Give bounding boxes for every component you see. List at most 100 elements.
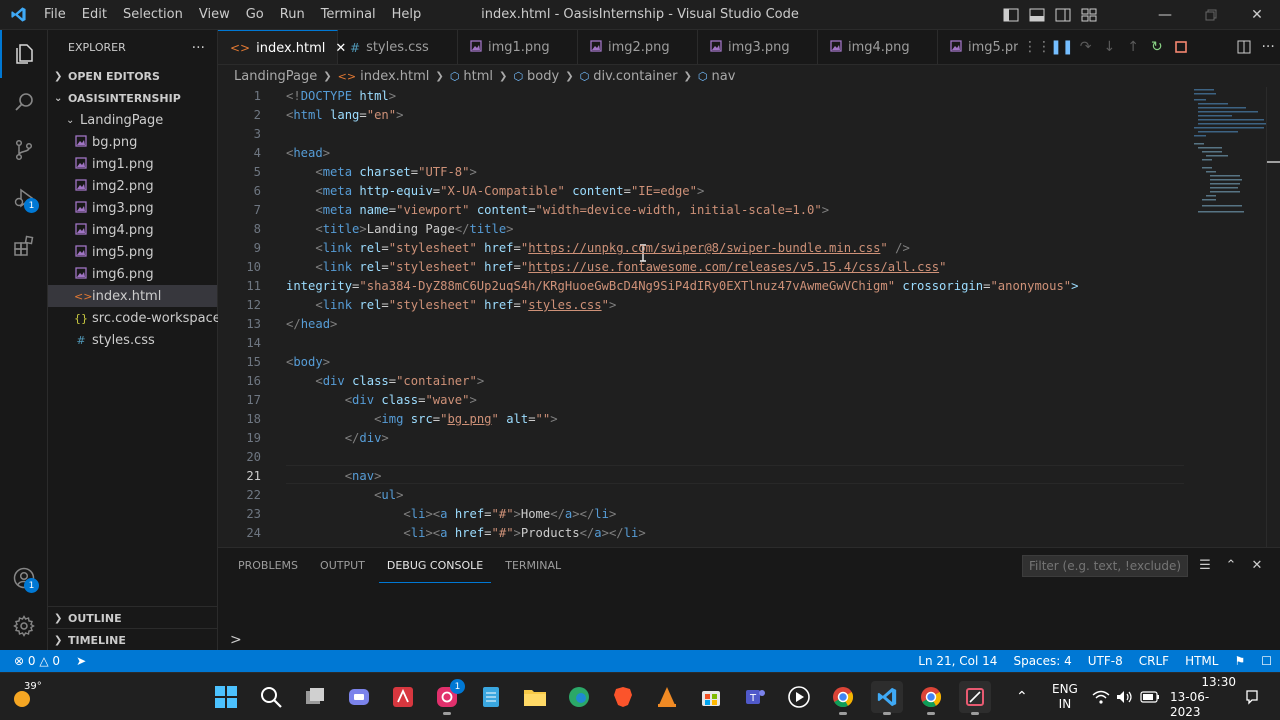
code-line[interactable]: 11 integrity="sha384-DyZ88mC6Up2uqS4h/KRg…	[218, 277, 1218, 296]
timeline-section[interactable]: ❯ TIMELINE	[48, 629, 218, 651]
step-into-icon[interactable]: ↓	[1098, 34, 1122, 60]
toggle-panel-icon[interactable]	[1024, 0, 1050, 30]
weather-widget[interactable]: 39°	[10, 681, 50, 713]
code-line[interactable]: 16 <div class="container">	[218, 372, 1218, 391]
close-panel-icon[interactable]: ✕	[1246, 554, 1268, 576]
restart-icon[interactable]: ↻	[1145, 34, 1169, 60]
encoding[interactable]: UTF-8	[1088, 654, 1123, 668]
more-actions-icon[interactable]: ···	[192, 40, 205, 56]
step-over-icon[interactable]: ↷	[1074, 34, 1098, 60]
debug-filter-input[interactable]	[1022, 555, 1188, 577]
menu-edit[interactable]: Edit	[74, 0, 115, 30]
explorer-icon[interactable]	[0, 30, 48, 78]
panel-tab-terminal[interactable]: TERMINAL	[497, 548, 569, 583]
menu-file[interactable]: File	[36, 0, 74, 30]
notification-center-icon[interactable]	[1244, 673, 1260, 720]
breadcrumb-item[interactable]: ⬡ html	[450, 69, 493, 84]
battery-icon[interactable]	[1140, 673, 1160, 720]
restore-icon[interactable]	[1188, 0, 1234, 30]
chrome-icon[interactable]	[827, 681, 859, 715]
console-prompt[interactable]: >	[230, 632, 242, 648]
code-line[interactable]: 8 <title>Landing Page</title>	[218, 220, 1218, 239]
maximize-panel-icon[interactable]: ⌃	[1220, 554, 1242, 576]
tab-img4-png[interactable]: img4.png	[818, 30, 938, 64]
file-item[interactable]: img2.png	[48, 175, 217, 197]
file-item[interactable]: img6.png	[48, 263, 217, 285]
code-editor[interactable]: 1 <!DOCTYPE html> 2 <html lang="en"> 3 4 <head…	[218, 87, 1280, 547]
folder-landingpage[interactable]: ⌄ LandingPage	[48, 109, 217, 131]
panel-tab-debug-console[interactable]: DEBUG CONSOLE	[378, 548, 492, 583]
line-endings[interactable]: CRLF	[1139, 654, 1169, 668]
code-line[interactable]: 6 <meta http-equiv="X-UA-Compatible" con…	[218, 182, 1218, 201]
code-line[interactable]: 7 <meta name="viewport" content="width=d…	[218, 201, 1218, 220]
panel-tab-problems[interactable]: PROBLEMS	[230, 548, 306, 583]
tab-index-html[interactable]: <> index.html ✕	[218, 30, 346, 64]
extensions-icon[interactable]	[0, 222, 48, 270]
breadcrumb-item[interactable]: ⬡ nav	[698, 69, 736, 84]
code-line[interactable]: 5 <meta charset="UTF-8">	[218, 163, 1218, 182]
tab-img1-png[interactable]: img1.png	[458, 30, 578, 64]
task-view-icon[interactable]	[299, 681, 331, 713]
edge-icon[interactable]	[563, 681, 595, 713]
file-item[interactable]: {} src.code-workspace	[48, 307, 221, 329]
file-item[interactable]: <> index.html	[48, 285, 217, 307]
taskbar-search-icon[interactable]	[255, 681, 287, 713]
vscode-logo-icon[interactable]	[0, 0, 36, 30]
panel-tab-output[interactable]: OUTPUT	[312, 548, 373, 583]
code-line[interactable]: 19 </div>	[218, 429, 1218, 448]
code-line[interactable]: 13 </head>	[218, 315, 1218, 334]
tab-styles-css[interactable]: # styles.css	[338, 30, 458, 64]
feedback-icon[interactable]: ⚑	[1234, 654, 1245, 668]
step-out-icon[interactable]: ↑	[1121, 34, 1145, 60]
menu-help[interactable]: Help	[384, 0, 430, 30]
code-line[interactable]: 18 <img src="bg.png" alt="">	[218, 410, 1218, 429]
code-line[interactable]: 24 <li><a href="#">Products</a></li>	[218, 524, 1218, 543]
instagram-icon[interactable]: 1	[431, 679, 465, 715]
file-explorer-icon[interactable]	[519, 681, 551, 713]
problems-status[interactable]: ⊗ 0 △ 0	[14, 654, 60, 668]
file-item[interactable]: img1.png	[48, 153, 217, 175]
file-item[interactable]: img3.png	[48, 197, 217, 219]
code-line[interactable]: 15 <body>	[218, 353, 1218, 372]
more-actions-icon[interactable]: ···	[1256, 34, 1280, 60]
code-line[interactable]: 23 <li><a href="#">Home</a></li>	[218, 505, 1218, 524]
code-line[interactable]: 12 <link rel="stylesheet" href="styles.c…	[218, 296, 1218, 315]
acrobat-icon[interactable]	[387, 681, 419, 713]
stop-icon[interactable]	[1169, 34, 1193, 60]
open-editors-section[interactable]: ❯ OPEN EDITORS	[48, 65, 217, 87]
clock[interactable]: 13:30 13-06-2023	[1170, 673, 1236, 720]
code-line[interactable]: 10 <link rel="stylesheet" href="https://…	[218, 258, 1218, 277]
file-item[interactable]: bg.png	[48, 131, 217, 153]
language-mode[interactable]: HTML	[1185, 654, 1218, 668]
snipping-tool-icon[interactable]	[959, 681, 991, 715]
teams-chat-icon[interactable]	[343, 681, 375, 713]
code-line[interactable]: 4 <head>	[218, 144, 1218, 163]
start-icon[interactable]	[210, 681, 242, 713]
clear-console-icon[interactable]: ☰	[1194, 554, 1216, 576]
editor-scrollbar[interactable]	[1266, 87, 1280, 547]
code-line[interactable]: 2 <html lang="en">	[218, 106, 1218, 125]
minimize-icon[interactable]: —	[1142, 0, 1188, 30]
menu-go[interactable]: Go	[238, 0, 272, 30]
split-editor-icon[interactable]	[1233, 34, 1257, 60]
language-indicator[interactable]: ENG IN	[1052, 673, 1078, 720]
file-item[interactable]: # styles.css	[48, 329, 217, 351]
source-control-icon[interactable]	[0, 126, 48, 174]
volume-icon[interactable]	[1116, 673, 1134, 720]
code-line[interactable]: 22 <ul>	[218, 486, 1218, 505]
vlc-icon[interactable]	[651, 681, 683, 713]
run-and-debug-icon[interactable]: 1	[0, 174, 48, 222]
accounts-icon[interactable]: 1	[0, 554, 48, 602]
breadcrumb-item[interactable]: LandingPage	[234, 69, 317, 84]
close-window-icon[interactable]: ✕	[1234, 0, 1280, 30]
code-line[interactable]: 17 <div class="wave">	[218, 391, 1218, 410]
customize-layout-icon[interactable]	[1076, 0, 1102, 30]
toggle-secondary-sidebar-icon[interactable]	[1050, 0, 1076, 30]
teams-icon[interactable]: T	[739, 681, 771, 713]
workspace-section[interactable]: ⌄ OASISINTERNSHIP	[48, 87, 217, 109]
file-item[interactable]: img5.png	[48, 241, 217, 263]
menu-selection[interactable]: Selection	[115, 0, 191, 30]
breadcrumb-item[interactable]: ⬡ body	[513, 69, 559, 84]
breadcrumb-item[interactable]: ⬡ div.container	[580, 69, 678, 84]
indentation[interactable]: Spaces: 4	[1013, 654, 1071, 668]
